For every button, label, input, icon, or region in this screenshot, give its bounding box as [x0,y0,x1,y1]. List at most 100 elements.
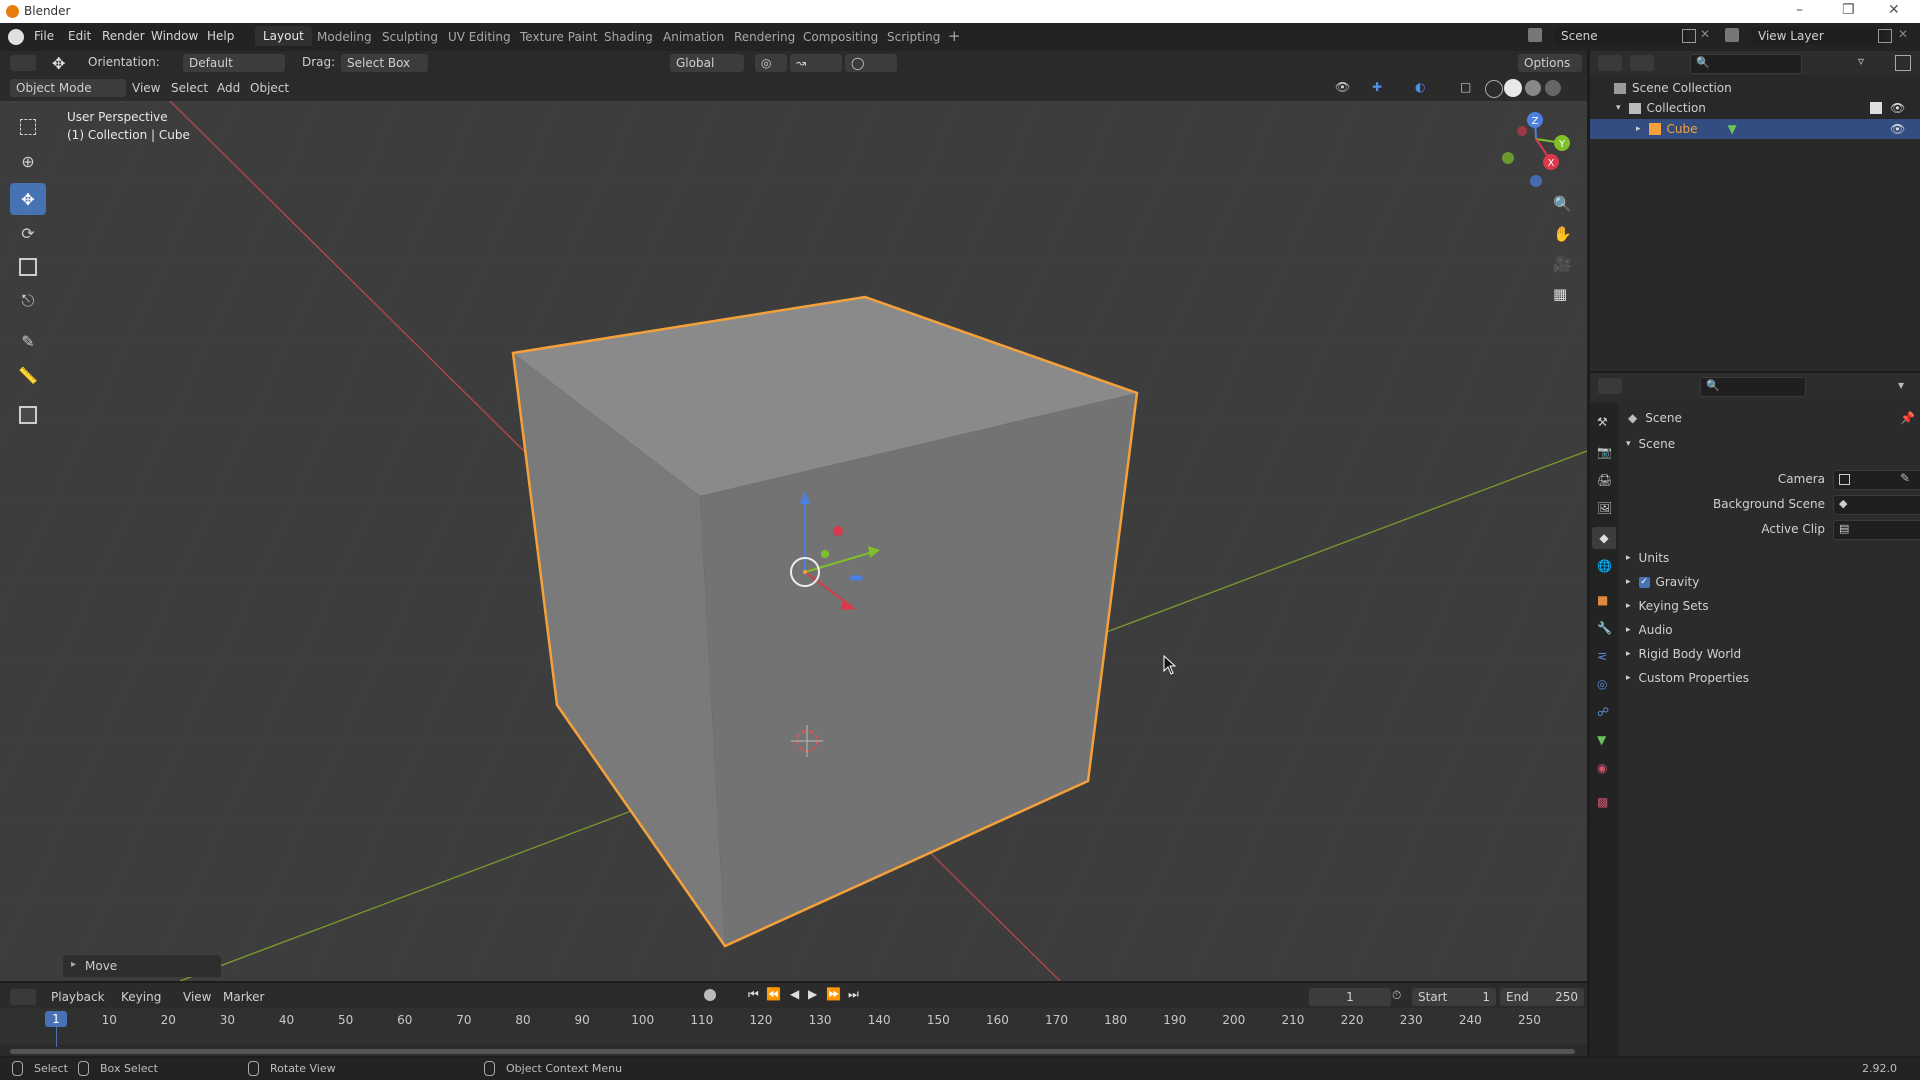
texture-tab-icon[interactable]: ▩ [1597,795,1608,809]
properties-search-input[interactable]: 🔍 [1700,377,1806,397]
play-reverse-icon[interactable]: ◀ [790,987,799,1001]
add-workspace-button[interactable]: + [948,27,961,45]
close-icon[interactable]: ✕ [1888,2,1900,18]
keying-sets-panel-header[interactable]: ▸ Keying Sets [1626,599,1709,613]
cube-expand-arrow-icon[interactable]: ▸ [1636,124,1641,134]
gravity-panel-header[interactable]: ▸ ✓ Gravity [1626,575,1699,589]
gizmo-plane-yz[interactable] [833,526,843,536]
constraints-tab-icon[interactable]: ☍ [1597,705,1609,719]
gizmo-plane-xy[interactable] [849,575,863,581]
view-layer-selector[interactable]: View Layer [1752,27,1884,45]
blender-menu-icon[interactable] [8,29,24,45]
timeline-editor-type-icon[interactable] [10,989,36,1005]
output-tab-icon[interactable]: 🖨 [1597,473,1612,487]
active-clip-field[interactable]: ▤ [1833,520,1920,540]
mode-dropdown[interactable]: Object Mode [10,79,126,97]
properties-editor-type-icon[interactable] [1598,378,1622,394]
perspective-toggle-icon[interactable]: ▦ [1553,285,1567,303]
filter-icon[interactable]: ▿ [1858,54,1864,68]
properties-options-icon[interactable]: ▾ [1898,378,1904,392]
restore-icon[interactable]: ❐ [1842,2,1855,18]
pin-icon[interactable]: 📌 [1900,411,1915,425]
scene-selector[interactable]: Scene [1555,27,1687,45]
tab-layout[interactable]: Layout [255,26,312,46]
timeline-menu-marker[interactable]: Marker [223,990,264,1004]
display-mode-icon[interactable] [1630,55,1654,71]
gravity-checkbox[interactable]: ✓ [1638,576,1650,588]
rigid-body-world-panel-header[interactable]: ▸ Rigid Body World [1626,647,1741,661]
menu-select[interactable]: Select [171,81,208,95]
solid-shading-icon[interactable] [1504,79,1522,97]
snap-icon[interactable]: ↝ [790,54,842,72]
3d-viewport[interactable]: Z Y X User Perspective (1) Collection | … [0,101,1587,981]
cube-visibility-eye-icon[interactable]: 👁 [1890,122,1905,136]
wireframe-shading-icon[interactable] [1485,80,1503,98]
mesh-data-icon[interactable]: ▼ [1728,122,1737,136]
current-frame-field[interactable]: 1 [1309,988,1391,1006]
timeline-menu-playback[interactable]: Playback [51,990,105,1004]
cube-row[interactable]: ▸ Cube ▼ 👁 [1590,119,1920,139]
xray-toggle-icon[interactable]: □ [1460,80,1471,94]
menu-add[interactable]: Add [217,81,240,95]
tab-compositing[interactable]: Compositing [803,30,878,44]
pan-hand-icon[interactable]: ✋ [1553,225,1572,243]
scene-icon[interactable] [1528,28,1542,42]
tab-texture-paint[interactable]: Texture Paint [520,30,597,44]
preview-range-icon[interactable]: ⏱ [1392,988,1401,1003]
prev-keyframe-icon[interactable]: ⏪ [766,987,781,1001]
menu-view[interactable]: View [132,81,160,95]
collection-visibility-eye-icon[interactable]: 👁 [1890,101,1905,115]
menu-help[interactable]: Help [207,29,234,43]
measure-tool[interactable]: 📏 [10,359,46,391]
tab-animation[interactable]: Animation [663,30,724,44]
annotate-tool[interactable]: ✎ [10,325,46,357]
tab-rendering[interactable]: Rendering [734,30,795,44]
collection-exclude-checkbox[interactable] [1870,102,1882,114]
data-tab-icon[interactable]: ▼ [1597,733,1606,747]
cursor-tool[interactable]: ⊕ [10,145,46,177]
scene-collection-row[interactable]: Scene Collection [1614,81,1732,95]
select-box-tool[interactable] [10,111,46,143]
overlay-toggle-icon[interactable]: ◐ [1415,80,1425,94]
options-dropdown[interactable]: Options [1518,54,1582,72]
last-operator-panel[interactable]: ▸ Move [63,955,221,977]
background-scene-field[interactable]: ◆ [1833,495,1920,515]
timeline-menu-view[interactable]: View [183,990,211,1004]
end-frame-field[interactable]: End 250 [1500,988,1584,1006]
playhead[interactable]: 1 [45,1011,67,1027]
minimize-icon[interactable]: – [1796,2,1803,18]
pivot-point-icon[interactable]: ◎ [755,54,787,72]
tab-scripting[interactable]: Scripting [887,30,940,44]
view-layer-tab-icon[interactable]: 🖼 [1597,501,1612,515]
record-keyframes-icon[interactable] [704,989,716,1001]
menu-file[interactable]: File [34,29,54,43]
tab-sculpting[interactable]: Sculpting [382,30,438,44]
outliner-search-input[interactable]: 🔍 [1690,54,1802,74]
rendered-shading-icon[interactable] [1545,80,1561,96]
nav-neg-z-axis[interactable] [1530,175,1542,187]
orientation-dropdown[interactable]: Default [183,54,285,72]
render-tab-icon[interactable]: 📷 [1597,445,1612,459]
start-frame-field[interactable]: Start 1 [1412,988,1496,1006]
timeline-menu-keying[interactable]: Keying [121,990,161,1004]
menu-window[interactable]: Window [151,29,198,43]
play-icon[interactable]: ▶ [808,987,817,1001]
transform-orientation-dropdown[interactable]: Global [670,54,744,72]
expand-arrow-icon[interactable]: ▾ [1616,103,1621,113]
delete-view-layer-icon[interactable]: ✕ [1898,27,1908,41]
editor-type-icon[interactable] [10,55,36,71]
delete-scene-icon[interactable]: ✕ [1700,27,1710,41]
proportional-editing-icon[interactable]: ◯ [845,54,897,72]
add-cube-tool[interactable] [10,399,46,431]
drag-dropdown[interactable]: Select Box [341,54,428,72]
outliner-editor-type-icon[interactable] [1598,55,1622,71]
scene-section-header[interactable]: ▾ Scene [1626,437,1675,451]
zoom-icon[interactable]: 🔍 [1553,195,1572,213]
physics-tab-icon[interactable]: ◎ [1597,677,1607,691]
material-tab-icon[interactable]: ◉ [1597,761,1607,775]
tab-modeling[interactable]: Modeling [317,30,372,44]
jump-end-icon[interactable]: ⏭ [848,987,859,1002]
units-panel-header[interactable]: ▸ Units [1626,551,1669,565]
gizmo-plane-xz[interactable] [821,550,829,558]
scale-tool[interactable] [10,251,46,283]
